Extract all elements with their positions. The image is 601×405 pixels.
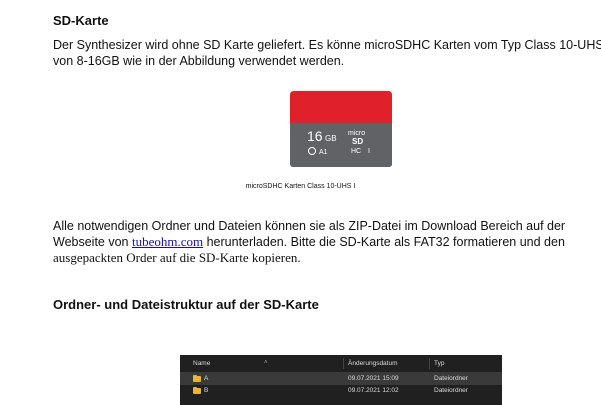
row-date: 09.07.2021 15:09 — [348, 375, 399, 382]
intro-line-2: von 8-16GB wie in der Abbildung verwende… — [53, 54, 345, 68]
card-brand-bottom: SD — [352, 137, 363, 146]
list-item[interactable]: B 09.07.2021 12:02 Dateiordner — [180, 385, 502, 397]
row-date: 09.07.2021 12:02 — [348, 387, 399, 394]
heading-sd-karte: SD-Karte — [53, 13, 109, 28]
row-type: Dateiordner — [434, 375, 468, 382]
column-type[interactable]: Typ — [434, 360, 444, 367]
sort-caret-icon: ˄ — [264, 360, 268, 366]
column-date[interactable]: Änderungsdatum — [348, 360, 398, 367]
download-line-1: Alle notwendigen Ordner und Dateien könn… — [53, 219, 566, 233]
card-uhs: I — [368, 148, 370, 155]
row-type: Dateiordner — [434, 387, 468, 394]
intro-line-1: Der Synthesizer wird ohne SD Karte gelie… — [53, 38, 601, 52]
image-caption: microSDHC Karten Class 10-UHS I — [245, 183, 356, 190]
download-line-2-post: herunterladen. Bitte die SD-Karte als FA… — [203, 235, 565, 249]
card-brand-top: micro — [348, 130, 365, 137]
row-name: B — [204, 387, 209, 394]
card-hc: HC — [351, 148, 361, 155]
row-name: A — [204, 375, 209, 382]
column-name[interactable]: Name — [193, 360, 210, 367]
folder-icon — [193, 375, 201, 382]
folder-icon — [193, 387, 201, 394]
card-capacity: 16 — [307, 128, 323, 144]
card-unit: GB — [325, 134, 337, 143]
list-item[interactable]: A 09.07.2021 15:09 Dateiordner — [180, 373, 502, 385]
microsdhc-card-image: 16 GB micro SD HC I A1 — [290, 91, 392, 167]
download-line-3: ausgepackten Order auf die SD-Karte kopi… — [53, 250, 301, 265]
download-line-2: Webseite von tubeohm.com herunterladen. … — [53, 234, 565, 250]
file-explorer-list: Name ˄ Änderungsdatum Typ A 09.07.2021 1… — [180, 355, 502, 405]
card-class: A1 — [319, 149, 328, 156]
explorer-header: Name ˄ Änderungsdatum Typ — [180, 355, 502, 373]
heading-ordner-struktur: Ordner- und Dateistruktur auf der SD-Kar… — [53, 297, 319, 312]
tubeohm-link[interactable]: tubeohm.com — [132, 234, 203, 249]
download-line-2-pre: Webseite von — [53, 235, 132, 249]
